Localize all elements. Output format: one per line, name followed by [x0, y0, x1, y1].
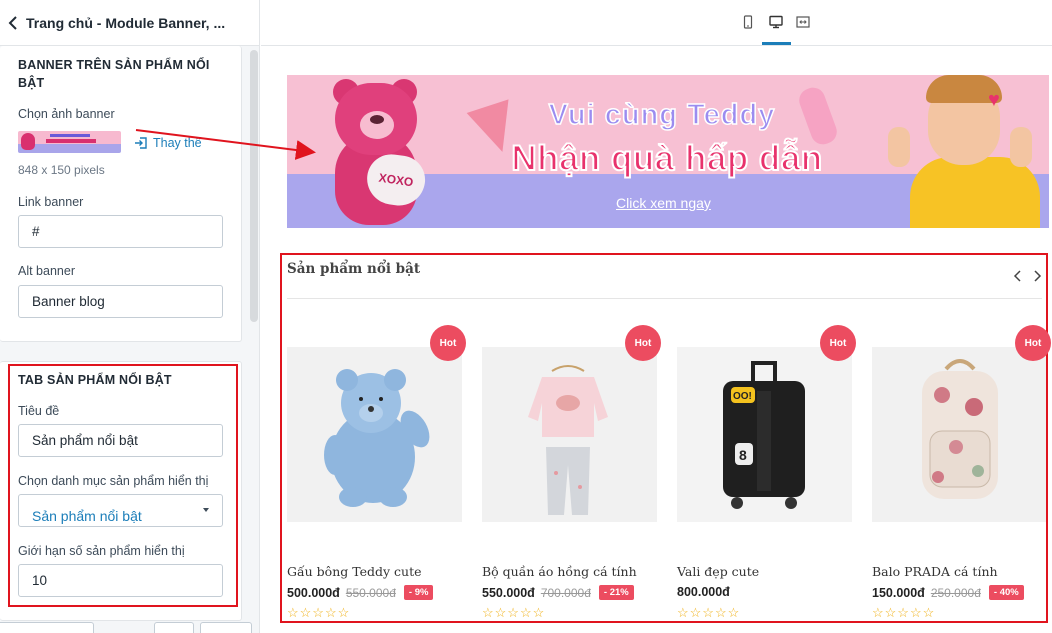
link-banner-label: Link banner — [18, 195, 84, 209]
tab-section-title: TAB SẢN PHẨM NỔI BẬT — [18, 373, 172, 387]
category-select[interactable]: Sản phẩm nổi bật — [18, 494, 223, 527]
product-name[interactable]: Bộ quần áo hồng cá tính — [482, 564, 637, 579]
category-label: Chọn danh mục sản phẩm hiển thị — [18, 474, 209, 488]
rating-stars: ☆☆☆☆☆ — [482, 605, 546, 620]
panel-scrollbar[interactable] — [250, 50, 258, 322]
product-price: 800.000đ — [677, 585, 730, 599]
category-select-value: Sản phẩm nổi bật — [32, 508, 142, 524]
product-old-price: 550.000đ — [345, 585, 396, 600]
desktop-icon[interactable] — [766, 12, 786, 32]
active-device-indicator — [762, 42, 791, 45]
preview-banner[interactable]: XOXO Vui cùng Teddy Nhận quà hấp dẫn Cli… — [287, 75, 1049, 228]
panel-title: Trang chủ - Module Banner, ... — [26, 14, 226, 31]
hot-badge: Hot — [1015, 325, 1051, 361]
banner-section-title: BANNER TRÊN SẢN PHẨM NỔI BẬT — [18, 58, 210, 90]
product-name[interactable]: Gấu bông Teddy cute — [287, 564, 422, 579]
svg-text:8: 8 — [739, 447, 747, 463]
product-price-row: 550.000đ 700.000đ - 21% — [482, 585, 634, 600]
chevron-right-icon[interactable] — [1030, 269, 1044, 283]
back-arrow-icon[interactable] — [0, 0, 26, 46]
replace-image-button[interactable]: Thay thế — [134, 136, 202, 150]
mobile-icon[interactable] — [738, 12, 758, 32]
banner-thumbnail[interactable] — [18, 131, 121, 153]
link-banner-input[interactable]: # — [18, 215, 223, 248]
product-price-row: 150.000đ 250.000đ - 40% — [872, 585, 1024, 600]
discount-badge: - 9% — [403, 585, 434, 600]
tab-title-input[interactable]: Sản phẩm nổi bật — [18, 424, 223, 457]
settings-panel: Trang chủ - Module Banner, ... BANNER TR… — [0, 0, 260, 633]
tab-title-label: Tiêu đề — [18, 404, 60, 418]
svg-text:OO!: OO! — [733, 391, 752, 402]
rating-stars: ☆☆☆☆☆ — [677, 605, 741, 620]
replace-label: Thay thế — [153, 136, 202, 150]
rating-stars: ☆☆☆☆☆ — [872, 605, 936, 620]
fullwidth-icon[interactable] — [793, 12, 813, 32]
banner-image-label: Chọn ảnh banner — [18, 107, 115, 121]
footer-button-right[interactable] — [200, 622, 252, 633]
product-old-price: 250.000đ — [930, 585, 981, 600]
footer-button-mid[interactable] — [154, 622, 194, 633]
product-old-price: 700.000đ — [540, 585, 591, 600]
limit-input[interactable]: 10 — [18, 564, 223, 597]
product-name[interactable]: Balo PRADA cá tính — [872, 564, 998, 579]
banner-cta-link[interactable]: Click xem ngay — [616, 195, 711, 211]
limit-label: Giới hạn số sản phẩm hiển thị — [18, 544, 185, 558]
hot-badge: Hot — [430, 325, 466, 361]
kid-image: ♥ — [888, 75, 1049, 228]
product-image[interactable] — [287, 347, 462, 522]
panel-header: Trang chủ - Module Banner, ... — [0, 0, 259, 46]
product-price-row: 800.000đ — [677, 585, 730, 599]
alt-banner-input[interactable]: Banner blog — [18, 285, 223, 318]
hot-badge: Hot — [820, 325, 856, 361]
banner-settings-card: BANNER TRÊN SẢN PHẨM NỔI BẬT Chọn ảnh ba… — [0, 46, 242, 342]
replace-icon — [135, 137, 147, 149]
product-price-row: 500.000đ 550.000đ - 9% — [287, 585, 434, 600]
hot-badge: Hot — [625, 325, 661, 361]
device-toolbar — [261, 0, 1052, 46]
chevron-down-icon — [203, 508, 209, 512]
alt-banner-label: Alt banner — [18, 264, 75, 278]
section-divider — [287, 298, 1042, 299]
product-price: 550.000đ — [482, 585, 535, 600]
product-image[interactable]: OO! 8 — [677, 347, 852, 522]
product-image[interactable] — [872, 347, 1047, 522]
footer-button-left[interactable] — [0, 622, 94, 633]
product-price: 150.000đ — [872, 585, 925, 600]
section-title: Sản phẩm nổi bật — [287, 261, 421, 277]
product-image[interactable] — [482, 347, 657, 522]
discount-badge: - 21% — [598, 585, 634, 600]
discount-badge: - 40% — [988, 585, 1024, 600]
product-name[interactable]: Vali đẹp cute — [677, 564, 759, 579]
banner-headline-1: Vui cùng Teddy — [548, 98, 776, 132]
banner-headline-2: Nhận quà hấp dẫn — [510, 138, 823, 179]
chevron-left-icon[interactable] — [1011, 269, 1025, 283]
rating-stars: ☆☆☆☆☆ — [287, 605, 351, 620]
product-price: 500.000đ — [287, 585, 340, 600]
heart-icon: ♥ — [988, 89, 1000, 111]
tab-settings-card: TAB SẢN PHẨM NỔI BẬT Tiêu đề Sản phẩm nổ… — [0, 361, 242, 621]
banner-size-hint: 848 x 150 pixels — [18, 163, 105, 177]
